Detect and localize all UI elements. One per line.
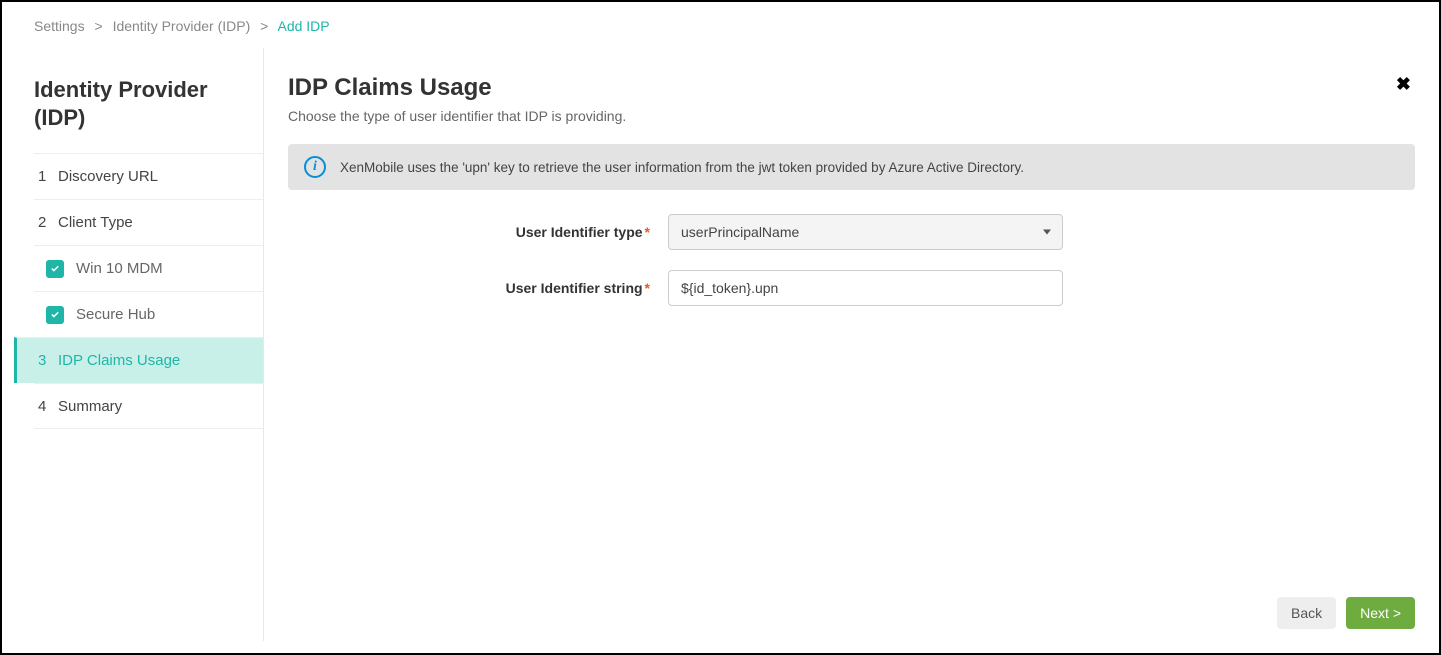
breadcrumb-sep: > [94, 18, 102, 34]
input-user-identifier-string[interactable] [668, 270, 1063, 306]
select-value: userPrincipalName [681, 224, 799, 240]
row-user-identifier-type: User Identifier type* userPrincipalName [288, 214, 1415, 250]
label-user-identifier-type: User Identifier type* [288, 224, 668, 240]
step-idp-claims-usage[interactable]: 3 IDP Claims Usage [14, 337, 263, 383]
substep-label: Secure Hub [76, 306, 155, 323]
step-label: Summary [58, 398, 122, 415]
info-text: XenMobile uses the 'upn' key to retrieve… [340, 160, 1024, 175]
sidebar-title: Identity Provider (IDP) [34, 76, 263, 153]
info-banner: i XenMobile uses the 'upn' key to retrie… [288, 144, 1415, 190]
label-user-identifier-string: User Identifier string* [288, 280, 668, 296]
wizard-sidebar: Identity Provider (IDP) 1 Discovery URL … [14, 48, 264, 641]
step-number: 4 [38, 398, 58, 415]
step-client-type[interactable]: 2 Client Type [34, 199, 263, 245]
step-discovery-url[interactable]: 1 Discovery URL [34, 153, 263, 199]
step-number: 2 [38, 214, 58, 231]
breadcrumb: Settings > Identity Provider (IDP) > Add… [2, 2, 1439, 48]
next-button[interactable]: Next > [1346, 597, 1415, 629]
breadcrumb-sep: > [260, 18, 268, 34]
breadcrumb-settings[interactable]: Settings [34, 18, 85, 34]
checkmark-icon [46, 306, 64, 324]
step-label: IDP Claims Usage [58, 352, 180, 369]
step-label: Client Type [58, 214, 133, 231]
caret-down-icon [1043, 230, 1051, 235]
substep-win10-mdm[interactable]: Win 10 MDM [34, 245, 263, 291]
checkmark-icon [46, 260, 64, 278]
step-label: Discovery URL [58, 168, 158, 185]
breadcrumb-current: Add IDP [277, 18, 329, 34]
back-button[interactable]: Back [1277, 597, 1336, 629]
page-subtitle: Choose the type of user identifier that … [288, 108, 626, 124]
main-panel: IDP Claims Usage Choose the type of user… [264, 48, 1427, 641]
row-user-identifier-string: User Identifier string* [288, 270, 1415, 306]
substep-secure-hub[interactable]: Secure Hub [34, 291, 263, 337]
wizard-footer: Back Next > [1277, 597, 1415, 629]
label-text: User Identifier string [506, 280, 643, 296]
step-number: 1 [38, 168, 58, 185]
required-asterisk: * [645, 280, 650, 296]
close-icon[interactable]: ✖ [1392, 74, 1415, 95]
info-icon: i [304, 156, 326, 178]
select-user-identifier-type[interactable]: userPrincipalName [668, 214, 1063, 250]
page-title: IDP Claims Usage [288, 74, 626, 102]
label-text: User Identifier type [516, 224, 643, 240]
breadcrumb-idp[interactable]: Identity Provider (IDP) [113, 18, 251, 34]
required-asterisk: * [645, 224, 650, 240]
substep-label: Win 10 MDM [76, 260, 163, 277]
step-number: 3 [38, 352, 58, 369]
step-summary[interactable]: 4 Summary [34, 383, 263, 429]
